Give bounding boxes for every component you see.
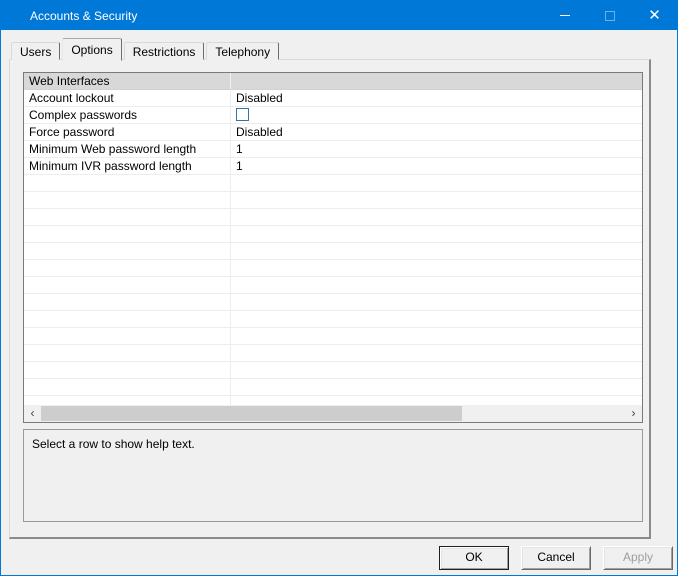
accounts-security-dialog: Accounts & Security ✕ Users Options Rest…	[0, 0, 678, 576]
help-text: Select a row to show help text.	[32, 437, 195, 451]
ok-button[interactable]: OK	[439, 546, 509, 570]
grid-row[interactable]: Minimum Web password length1	[24, 141, 642, 158]
grid-row-empty	[24, 192, 642, 209]
horizontal-scrollbar[interactable]: ‹ ›	[24, 405, 642, 422]
property-value: Disabled	[231, 90, 642, 106]
close-icon: ✕	[648, 8, 661, 23]
minimize-button[interactable]	[542, 1, 587, 30]
tab-users[interactable]: Users	[11, 42, 60, 60]
grid-row-empty	[24, 379, 642, 396]
grid-row-empty	[24, 345, 642, 362]
grid-row[interactable]: Complex passwords	[24, 107, 642, 124]
property-value: 1	[231, 158, 642, 174]
grid-row[interactable]: Account lockoutDisabled	[24, 90, 642, 107]
scroll-left-button[interactable]: ‹	[24, 405, 41, 422]
scrollbar-thumb[interactable]	[41, 406, 462, 421]
scroll-right-icon: ›	[632, 405, 636, 422]
grid-row-empty	[24, 175, 642, 192]
property-name: Complex passwords	[24, 107, 231, 123]
scroll-left-icon: ‹	[31, 405, 35, 422]
tab-restrictions[interactable]: Restrictions	[124, 42, 205, 60]
scroll-right-button[interactable]: ›	[625, 405, 642, 422]
grid-section-label: Web Interfaces	[24, 73, 231, 89]
grid-row-empty	[24, 396, 642, 405]
cancel-button[interactable]: Cancel	[521, 546, 591, 570]
minimize-icon	[560, 15, 570, 16]
window-title: Accounts & Security	[1, 9, 137, 23]
property-name: Minimum Web password length	[24, 141, 231, 157]
caption-buttons: ✕	[542, 1, 677, 30]
grid-row-empty	[24, 294, 642, 311]
property-value	[231, 107, 642, 123]
property-name: Minimum IVR password length	[24, 158, 231, 174]
help-text-box: Select a row to show help text.	[23, 429, 643, 522]
complex-passwords-checkbox[interactable]	[236, 108, 249, 121]
property-name: Account lockout	[24, 90, 231, 106]
grid-section-row[interactable]: Web Interfaces	[24, 73, 642, 90]
property-value: 1	[231, 141, 642, 157]
grid-row-empty	[24, 277, 642, 294]
grid-row-empty	[24, 362, 642, 379]
maximize-icon	[605, 11, 615, 21]
titlebar: Accounts & Security ✕	[1, 1, 677, 30]
grid-row-empty	[24, 311, 642, 328]
tab-telephony[interactable]: Telephony	[206, 42, 279, 60]
property-grid[interactable]: Web InterfacesAccount lockoutDisabledCom…	[23, 72, 643, 423]
grid-row-empty	[24, 328, 642, 345]
grid-row-empty	[24, 209, 642, 226]
property-value: Disabled	[231, 124, 642, 140]
property-grid-rows: Web InterfacesAccount lockoutDisabledCom…	[24, 73, 642, 405]
grid-row-empty	[24, 243, 642, 260]
grid-row-empty	[24, 226, 642, 243]
tab-bar: Users Options Restrictions Telephony	[11, 37, 281, 60]
grid-row[interactable]: Force passwordDisabled	[24, 124, 642, 141]
apply-button: Apply	[603, 546, 673, 570]
property-name: Force password	[24, 124, 231, 140]
maximize-button	[587, 1, 632, 30]
tab-options[interactable]: Options	[62, 38, 121, 61]
options-tab-page: Web InterfacesAccount lockoutDisabledCom…	[9, 59, 651, 539]
grid-row-empty	[24, 260, 642, 277]
grid-row[interactable]: Minimum IVR password length1	[24, 158, 642, 175]
close-button[interactable]: ✕	[632, 1, 677, 30]
